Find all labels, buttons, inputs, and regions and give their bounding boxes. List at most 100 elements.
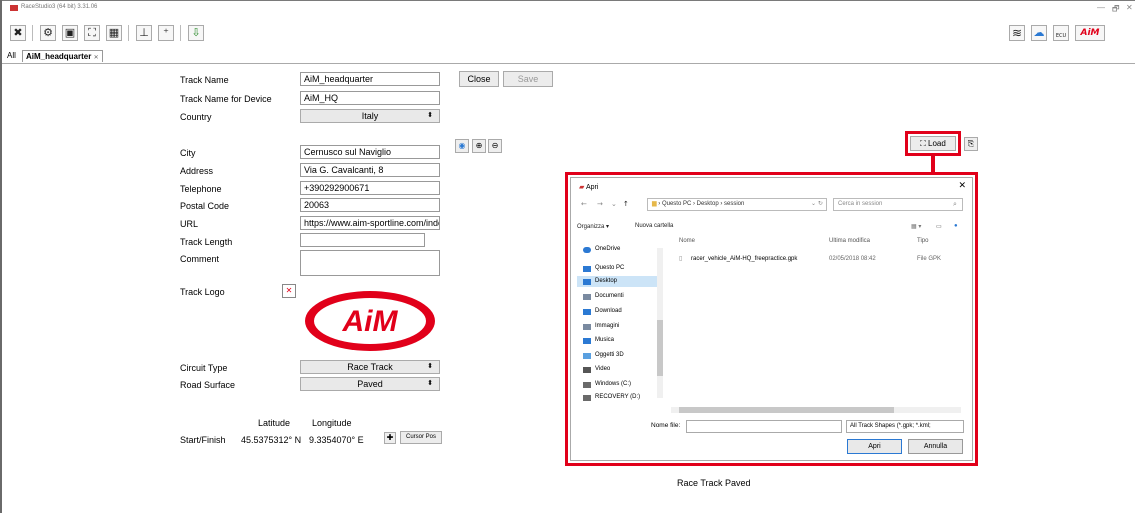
country-value: Italy xyxy=(361,111,379,121)
track-name-input[interactable]: AiM_headquarter xyxy=(300,72,440,86)
minimize-button[interactable]: — xyxy=(1097,3,1105,12)
start-finish-longitude: 9.3354070° E xyxy=(309,435,364,445)
file-list-scrollbar-thumb[interactable] xyxy=(679,407,894,413)
math-icon[interactable]: ⁺ xyxy=(158,25,174,41)
path-dropdown-icon[interactable]: ⌄ ↻ xyxy=(811,200,823,207)
nav-scrollbar[interactable] xyxy=(657,248,663,398)
cloud-icon[interactable]: ☁ xyxy=(1031,25,1047,41)
url-label: URL xyxy=(180,219,199,229)
nav-item-video[interactable]: Video xyxy=(577,364,661,375)
column-name[interactable]: Nome xyxy=(679,238,695,244)
telephone-label: Telephone xyxy=(180,184,222,194)
nav-item-windows-c[interactable]: Windows (C:) xyxy=(577,379,661,390)
new-folder-button[interactable]: Nuova cartella xyxy=(635,223,673,229)
comment-textarea[interactable] xyxy=(300,250,440,276)
file-list-scrollbar[interactable] xyxy=(671,407,961,413)
circuit-type-label: Circuit Type xyxy=(180,363,228,373)
postal-code-input[interactable]: 20063 xyxy=(300,198,440,212)
window-left-border xyxy=(0,0,2,513)
road-surface-select[interactable]: Paved ⬍ xyxy=(300,377,440,391)
open-file-dialog: ▰ Apri ✕ ← → ⌄ ↑ ▆ › Questo PC › Desktop… xyxy=(570,177,973,461)
search-icon: ⌕ xyxy=(953,200,957,208)
file-row[interactable]: ▯ racer_vehicle_AiM-HQ_freepractice.gpk … xyxy=(675,254,965,265)
dash-icon[interactable]: ▣ xyxy=(62,25,78,41)
nav-item-desktop[interactable]: Desktop xyxy=(577,276,661,287)
title-bar: RaceStudio3 (64 bit) 3.31.06 — 🗗 ✕ xyxy=(2,1,1135,15)
breadcrumb: › Questo PC › Desktop › session xyxy=(658,201,745,207)
nav-scrollbar-thumb[interactable] xyxy=(657,320,663,376)
close-button[interactable]: Close xyxy=(459,71,499,87)
up-icon[interactable]: ↑ xyxy=(623,200,629,208)
export-icon[interactable]: ⎘ xyxy=(964,137,978,151)
track-length-input[interactable] xyxy=(300,233,425,247)
dropdown-arrow-icon: ⬍ xyxy=(427,380,433,387)
tools-icon[interactable]: ✖ xyxy=(10,25,26,41)
address-input[interactable]: Via G. Cavalcanti, 8 xyxy=(300,163,440,177)
close-window-button[interactable]: ✕ xyxy=(1126,3,1133,12)
city-input[interactable]: Cernusco sul Naviglio xyxy=(300,145,440,159)
url-input[interactable]: https://www.aim-sportline.com/index xyxy=(300,216,440,230)
tab-aim-headquarter[interactable]: AiM_headquarter ✕ xyxy=(22,50,103,62)
open-button[interactable]: Apri xyxy=(847,439,902,454)
set-start-finish-icon[interactable]: ✚ xyxy=(384,432,396,444)
track-name-device-input[interactable]: AiM_HQ xyxy=(300,91,440,105)
circuit-type-select[interactable]: Race Track ⬍ xyxy=(300,360,440,374)
save-button[interactable]: Save xyxy=(503,71,553,87)
aim-logo-icon[interactable]: AiM xyxy=(1075,25,1105,41)
telephone-input[interactable]: +390292900671 xyxy=(300,181,440,195)
nav-item-documenti[interactable]: Documenti xyxy=(577,291,661,302)
track-length-label: Track Length xyxy=(180,237,233,247)
file-name: racer_vehicle_AiM-HQ_freepractice.gpk xyxy=(691,256,798,262)
track-icon[interactable]: ⛶ xyxy=(84,25,100,41)
recent-icon[interactable]: ⌄ xyxy=(611,200,617,208)
nav-item-musica[interactable]: Musica xyxy=(577,335,661,346)
column-type[interactable]: Tipo xyxy=(917,238,928,244)
dropdown-arrow-icon: ⬍ xyxy=(427,112,433,119)
address-bar[interactable]: ▆ › Questo PC › Desktop › session xyxy=(647,198,827,211)
drive-icon xyxy=(583,382,591,388)
country-label: Country xyxy=(180,112,212,122)
preview-pane-icon[interactable]: ▭ xyxy=(936,223,942,230)
nav-item-download[interactable]: Download xyxy=(577,306,661,317)
search-input[interactable]: Cerca in session xyxy=(833,198,963,211)
app-icon xyxy=(10,5,18,11)
video-icon xyxy=(583,367,591,373)
organize-menu[interactable]: Organizza ▾ xyxy=(577,223,609,230)
device-icon[interactable]: ▦ xyxy=(106,25,122,41)
tab-all[interactable]: All xyxy=(4,50,19,61)
remove-logo-icon[interactable]: ✕ xyxy=(282,284,296,298)
ecu-icon[interactable]: ECU xyxy=(1053,25,1069,41)
wifi-icon[interactable]: ≋ xyxy=(1009,25,1025,41)
circuit-type-value: Race Track xyxy=(347,362,393,372)
forward-icon[interactable]: → xyxy=(597,200,603,208)
cancel-button[interactable]: Annulla xyxy=(908,439,963,454)
gear-icon[interactable]: ⚙ xyxy=(40,25,56,41)
longitude-header: Longitude xyxy=(312,418,352,428)
cursor-pos-button[interactable]: Cursor Pos xyxy=(400,431,442,444)
center-map-icon[interactable]: ◉ xyxy=(455,139,469,153)
back-icon[interactable]: ← xyxy=(581,200,587,208)
start-finish-label: Start/Finish xyxy=(180,435,226,445)
nav-item-questo-pc[interactable]: Questo PC xyxy=(577,263,661,274)
tab-close-icon[interactable]: ✕ xyxy=(94,55,99,61)
download-icon[interactable]: ⇩ xyxy=(188,25,204,41)
latitude-header: Latitude xyxy=(258,418,291,428)
nav-item-immagini[interactable]: Immagini xyxy=(577,321,661,332)
column-modified[interactable]: Ultima modifica xyxy=(829,238,870,244)
country-select[interactable]: Italy ⬍ xyxy=(300,109,440,123)
dropdown-arrow-icon: ⬍ xyxy=(427,363,433,370)
zoom-out-icon[interactable]: ⊖ xyxy=(488,139,502,153)
nav-item-recovery-d[interactable]: RECOVERY (D:) xyxy=(577,392,661,403)
dialog-close-icon[interactable]: ✕ xyxy=(958,181,966,191)
nav-item-onedrive[interactable]: OneDrive xyxy=(577,244,661,255)
file-type-filter[interactable]: All Track Shapes (*.gpk; *.kml; xyxy=(846,420,964,433)
start-finish-latitude: 45.5375312° N xyxy=(241,435,302,445)
filename-input[interactable] xyxy=(686,420,842,433)
nav-item-oggetti-3d[interactable]: Oggetti 3D xyxy=(577,350,661,361)
view-options-icon[interactable]: ▦ ▾ xyxy=(911,223,921,230)
load-button[interactable]: ⛶ Load xyxy=(910,136,956,151)
images-icon xyxy=(583,324,591,330)
analysis-icon[interactable]: ⊥ xyxy=(136,25,152,41)
zoom-in-icon[interactable]: ⊕ xyxy=(472,139,486,153)
help-icon[interactable]: ● xyxy=(954,223,958,229)
